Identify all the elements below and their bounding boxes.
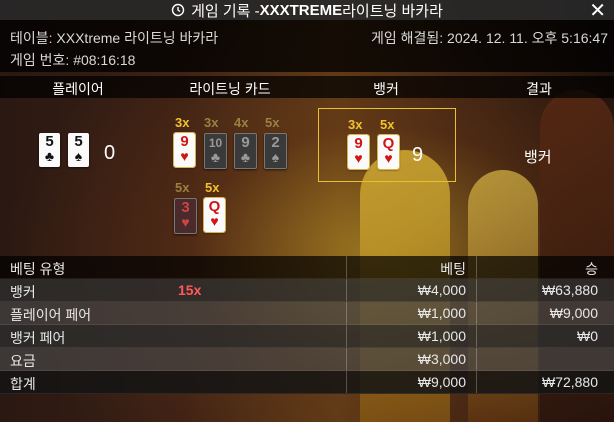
lightning-card: 3 ♥ (174, 198, 197, 234)
lightning-card: 9 ♣ (234, 133, 257, 169)
multiplier: 3x (204, 115, 219, 130)
bet-amount: ₩4,000 (417, 282, 466, 298)
bet-type: 합계 (10, 376, 36, 392)
title-bold: XXXTREME (259, 1, 343, 19)
multiplier: 5x (265, 115, 280, 130)
lightning-card: 10 ♣ (204, 133, 227, 169)
game-number: 게임 번호: #08:16:18 (10, 52, 136, 68)
header-win: 승 (585, 261, 598, 277)
win-amount: ₩63,880 (541, 282, 598, 298)
col-player: 플레이어 (52, 81, 104, 97)
multiplier: 3x (348, 117, 363, 132)
player-card: 5 ♣ (39, 133, 60, 167)
table-row: 플레이어 페어 ₩1,000 ₩9,000 (0, 302, 614, 325)
multiplier: 3x (175, 115, 190, 130)
player-card: 5 ♠ (68, 133, 89, 167)
dialog-header: 게임 기록 - XXXTREME 라이트닝 바카라 ✕ (0, 0, 614, 22)
bet-multiplier: 15x (178, 282, 202, 298)
header-bet-type: 베팅 유형 (10, 261, 66, 277)
banker-card: 9 ♥ (347, 134, 370, 170)
lightning-card: Q ♥ (203, 197, 226, 233)
banker-score: 9 (412, 144, 424, 166)
title-suffix: 라이트닝 바카라 (342, 2, 443, 20)
game-info: 테이블: XXXtreme 라이트닝 바카라 게임 번호: #08:16:18 … (0, 20, 614, 72)
resolved-time: 게임 해결됨: 2024. 12. 11. 오후 5:16:47 (370, 30, 608, 46)
lightning-card: 9 ♥ (173, 132, 196, 168)
table-row: 뱅커 페어 ₩1,000 ₩0 (0, 325, 614, 348)
title-prefix: 게임 기록 - (191, 2, 260, 20)
column-headers: 플레이어 라이트닝 카드 뱅커 결과 (0, 76, 614, 98)
bet-type: 플레이어 페어 (10, 307, 92, 323)
multiplier: 5x (205, 180, 220, 195)
multiplier: 5x (380, 117, 395, 132)
history-icon (171, 3, 185, 17)
bet-type: 뱅커 (10, 284, 36, 300)
bet-amount: ₩1,000 (417, 328, 466, 344)
multiplier: 4x (234, 115, 249, 130)
result-text: 뱅커 (524, 149, 552, 166)
bet-amount: ₩3,000 (417, 351, 466, 367)
table-total-row: 합계 ₩9,000 ₩72,880 (0, 371, 614, 394)
multiplier: 5x (175, 180, 190, 195)
col-lightning-cards: 라이트닝 카드 (189, 81, 271, 97)
lightning-card: 2 ♠ (264, 133, 287, 169)
table-row: 요금 ₩3,000 (0, 348, 614, 371)
bet-amount: ₩9,000 (417, 374, 466, 390)
bet-amount: ₩1,000 (417, 305, 466, 321)
bets-table: 베팅 유형 베팅 승 뱅커 15x ₩4,000 ₩63,880 플레이어 페어… (0, 256, 614, 394)
col-result: 결과 (526, 81, 552, 97)
player-score: 0 (104, 142, 116, 164)
win-amount: ₩9,000 (549, 305, 598, 321)
banker-card: Q ♥ (377, 134, 400, 170)
table-name: 테이블: XXXtreme 라이트닝 바카라 (10, 30, 219, 46)
table-header-row: 베팅 유형 베팅 승 (0, 256, 614, 279)
win-amount: ₩72,880 (541, 374, 598, 390)
win-amount: ₩0 (577, 328, 598, 344)
bet-type: 요금 (10, 353, 36, 369)
col-banker: 뱅커 (373, 81, 399, 97)
bet-type: 뱅커 페어 (10, 330, 66, 346)
header-bet: 베팅 (440, 261, 466, 277)
table-row: 뱅커 15x ₩4,000 ₩63,880 (0, 279, 614, 302)
